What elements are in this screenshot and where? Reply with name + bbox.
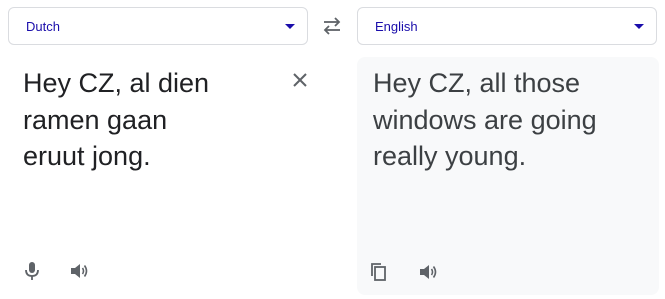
chevron-down-icon xyxy=(634,24,644,29)
close-icon xyxy=(293,73,307,87)
swap-languages-button[interactable] xyxy=(319,15,345,37)
speaker-icon xyxy=(71,264,88,278)
translation-text: Hey CZ, all those windows are going real… xyxy=(373,68,597,171)
chevron-down-icon xyxy=(285,24,295,29)
speaker-icon xyxy=(420,265,437,279)
source-text-panel: Hey CZ, al dien ramen gaan eruut jong. xyxy=(8,57,308,295)
source-text-input[interactable]: Hey CZ, al dien ramen gaan eruut jong. xyxy=(23,65,253,175)
microphone-icon xyxy=(25,262,39,280)
copy-translation-button[interactable] xyxy=(368,261,390,283)
voice-input-button[interactable] xyxy=(21,260,43,282)
swap-languages-icon xyxy=(323,17,341,35)
translation-panel: Hey CZ, all those windows are going real… xyxy=(357,57,659,295)
source-language-select[interactable]: Dutch xyxy=(8,7,308,45)
listen-translation-button[interactable] xyxy=(417,261,439,283)
source-language-label: Dutch xyxy=(26,18,60,34)
target-language-label: English xyxy=(375,18,418,34)
copy-icon xyxy=(371,263,386,281)
listen-source-button[interactable] xyxy=(68,260,90,282)
clear-text-button[interactable] xyxy=(289,69,311,91)
target-language-select[interactable]: English xyxy=(357,7,657,45)
